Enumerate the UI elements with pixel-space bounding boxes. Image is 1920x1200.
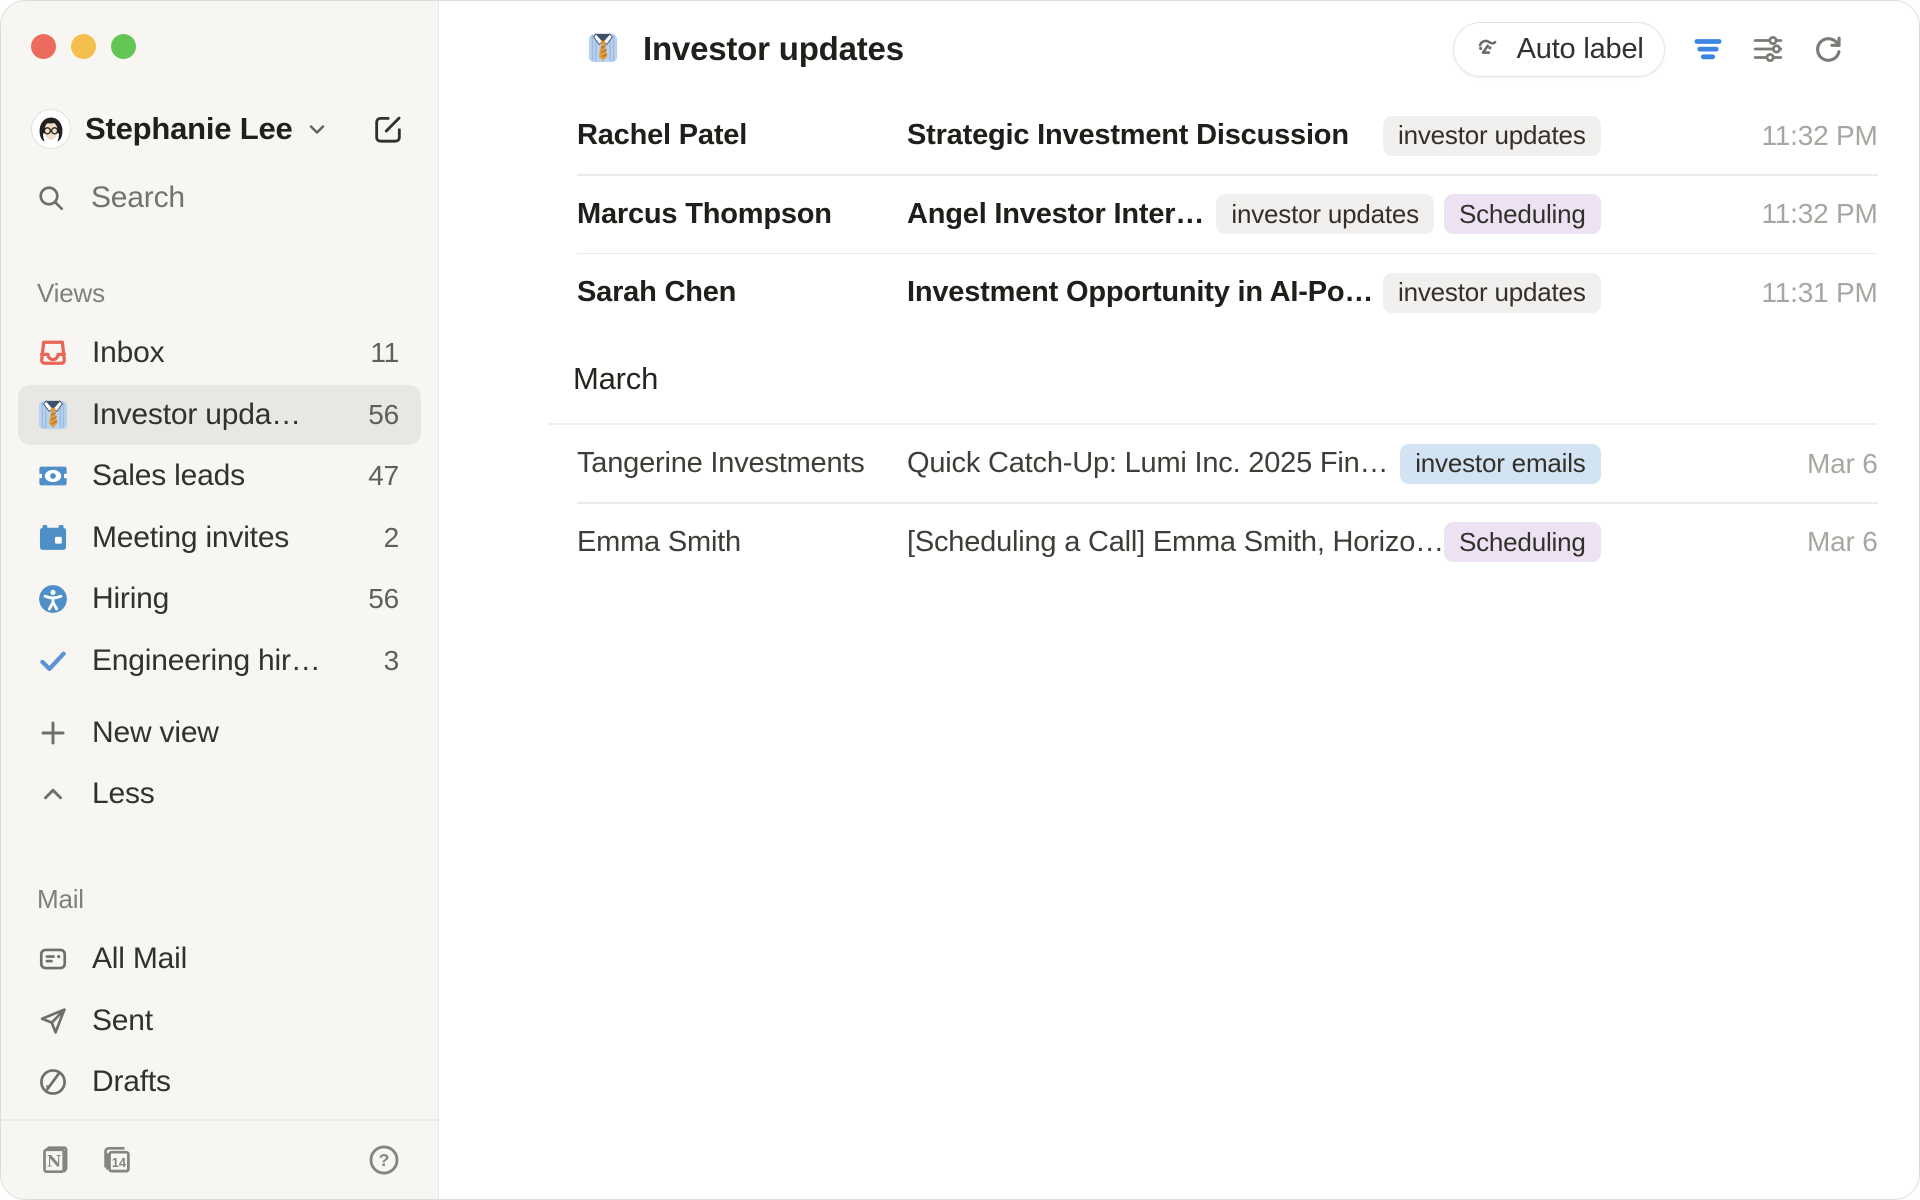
- tag-scheduling: Scheduling: [1444, 194, 1601, 234]
- sent-icon: [34, 1002, 72, 1040]
- minimize-button[interactable]: [71, 34, 96, 59]
- mail-row[interactable]: Marcus Thompson Angel Investor Inter… in…: [439, 176, 1920, 253]
- mail-folders-list: All Mail Sent Drafts: [1, 929, 438, 1112]
- search-icon: [31, 178, 71, 218]
- sidebar-action-less[interactable]: Less: [18, 764, 421, 824]
- sidebar-item-meeting-invites[interactable]: Meeting invites 2: [18, 508, 421, 568]
- search-label: Search: [91, 181, 185, 215]
- sidebar-action-new-view[interactable]: New view: [18, 703, 421, 763]
- sender: Tangerine Investments: [577, 447, 907, 480]
- drafts-icon: [34, 1063, 72, 1101]
- auto-label-icon: [1474, 34, 1504, 64]
- app-window: Stephanie Lee Search Views Inbox 11 Inve…: [0, 0, 1920, 1200]
- account-switcher[interactable]: Stephanie Lee: [31, 106, 405, 152]
- mail-row[interactable]: Sarah Chen Investment Opportunity in AI-…: [439, 254, 1920, 331]
- window-controls: [31, 34, 136, 59]
- page-title: Investor updates: [643, 30, 904, 68]
- tag-list: investor updates: [1383, 273, 1601, 313]
- subject: [Scheduling a Call] Emma Smith, Horizo…: [907, 526, 1444, 559]
- chevron-down-icon: [305, 117, 329, 141]
- mail-section-label: Mail: [37, 884, 438, 915]
- sidebar-actions: New view Less: [1, 703, 438, 825]
- svg-text:N: N: [47, 1152, 61, 1171]
- subject: Investment Opportunity in AI-Po…: [907, 276, 1373, 309]
- avatar: [31, 109, 71, 149]
- sidebar: Stephanie Lee Search Views Inbox 11 Inve…: [1, 1, 439, 1199]
- svg-text:?: ?: [379, 1150, 390, 1170]
- filter-button[interactable]: [1691, 32, 1725, 66]
- auto-label-text: Auto label: [1517, 33, 1644, 66]
- tag-list: Scheduling: [1444, 522, 1601, 562]
- tag-scheduling: Scheduling: [1444, 522, 1601, 562]
- tag-list: investor updatesScheduling: [1216, 194, 1600, 234]
- subject: Angel Investor Inter…: [907, 198, 1204, 231]
- mail-row[interactable]: Rachel Patel Strategic Investment Discus…: [439, 97, 1920, 174]
- timestamp: 11:32 PM: [1601, 120, 1878, 152]
- tag-investor-updates: investor updates: [1383, 273, 1601, 313]
- necktie-icon: [34, 396, 72, 434]
- tag-investor-emails: investor emails: [1400, 444, 1600, 484]
- sender: Rachel Patel: [577, 119, 907, 152]
- compose-button[interactable]: [371, 112, 405, 146]
- necktie-icon: [585, 30, 623, 68]
- all-mail-icon: [34, 940, 72, 978]
- user-name: Stephanie Lee: [85, 111, 293, 147]
- timestamp: Mar 6: [1601, 526, 1878, 558]
- timestamp: Mar 6: [1601, 448, 1878, 480]
- zoom-button[interactable]: [111, 34, 136, 59]
- search-button[interactable]: Search: [31, 178, 405, 218]
- svg-text:14: 14: [112, 1155, 127, 1170]
- person-circle-icon: [34, 580, 72, 618]
- check-icon: [34, 642, 72, 680]
- sender: Marcus Thompson: [577, 198, 907, 231]
- sidebar-item-investor-upda[interactable]: Investor upda… 56: [18, 385, 421, 445]
- tag-investor-updates: investor updates: [1383, 116, 1601, 156]
- chevron-up-icon: [34, 775, 72, 813]
- auto-label-button[interactable]: Auto label: [1453, 22, 1665, 77]
- mail-row[interactable]: Emma Smith [Scheduling a Call] Emma Smit…: [439, 504, 1920, 581]
- timestamp: 11:32 PM: [1601, 198, 1878, 230]
- tag-list: investor updates: [1383, 116, 1601, 156]
- notion-icon[interactable]: N: [37, 1142, 73, 1178]
- tag-list: investor emails: [1400, 444, 1600, 484]
- sender: Emma Smith: [577, 526, 907, 559]
- close-button[interactable]: [31, 34, 56, 59]
- subject: Strategic Investment Discussion: [907, 119, 1349, 152]
- sender: Sarah Chen: [577, 276, 907, 309]
- sliders-button[interactable]: [1751, 32, 1785, 66]
- banknote-icon: [34, 457, 72, 495]
- subject: Quick Catch-Up: Lumi Inc. 2025 Fin…: [907, 447, 1388, 480]
- notion-calendar-icon[interactable]: 14: [99, 1142, 135, 1178]
- mail-groups: Rachel Patel Strategic Investment Discus…: [439, 97, 1920, 581]
- refresh-button[interactable]: [1811, 32, 1845, 66]
- timestamp: 11:31 PM: [1601, 277, 1878, 309]
- mail-row[interactable]: Tangerine Investments Quick Catch-Up: Lu…: [439, 425, 1920, 502]
- sidebar-item-engineering-hir[interactable]: Engineering hir… 3: [18, 631, 421, 691]
- sidebar-folder-sent[interactable]: Sent: [18, 991, 421, 1051]
- views-list: Inbox 11 Investor upda… 56 Sales leads 4…: [1, 323, 438, 691]
- help-icon[interactable]: ?: [366, 1142, 402, 1178]
- tag-investor-updates: investor updates: [1216, 194, 1434, 234]
- plus-icon: [34, 714, 72, 752]
- calendar-icon: [34, 519, 72, 557]
- sidebar-item-inbox[interactable]: Inbox 11: [18, 323, 421, 383]
- sidebar-item-hiring[interactable]: Hiring 56: [18, 569, 421, 629]
- mail-list-panel: Investor updates Auto label Rachel Patel…: [439, 1, 1920, 1199]
- list-header: Investor updates Auto label: [439, 1, 1920, 97]
- inbox-icon: [34, 334, 72, 372]
- sidebar-item-sales-leads[interactable]: Sales leads 47: [18, 446, 421, 506]
- views-section-label: Views: [37, 278, 438, 309]
- sidebar-footer: N 14?: [1, 1119, 438, 1199]
- sidebar-folder-all-mail[interactable]: All Mail: [18, 929, 421, 989]
- sidebar-folder-drafts[interactable]: Drafts: [18, 1052, 421, 1112]
- group-header: March: [439, 361, 1920, 397]
